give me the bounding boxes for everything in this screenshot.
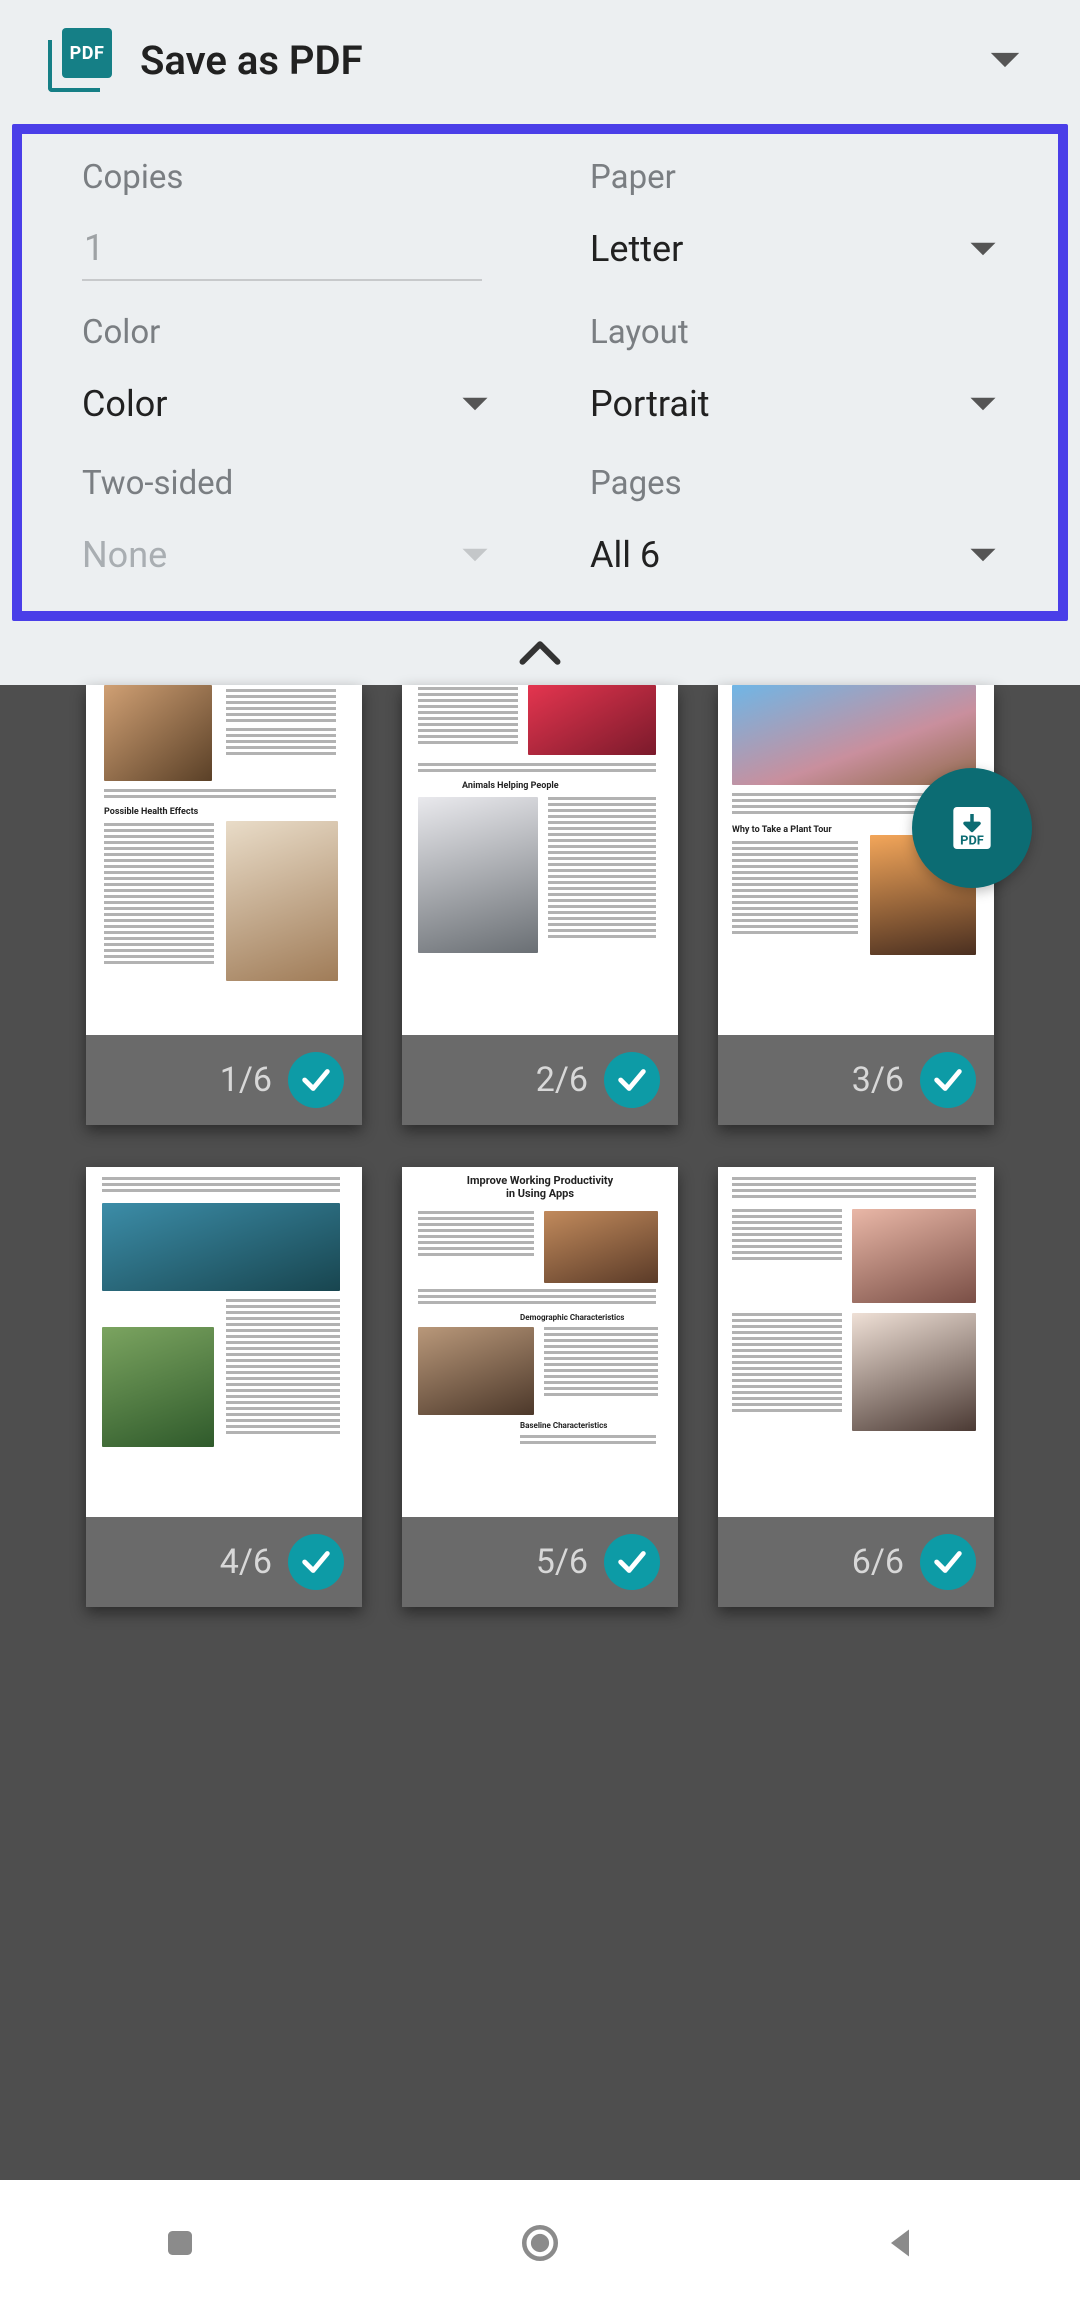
page-preview-grid: Possible Health Effects 1/6 (0, 685, 1080, 2180)
check-icon[interactable] (288, 1052, 344, 1108)
check-icon[interactable] (288, 1534, 344, 1590)
check-icon[interactable] (920, 1052, 976, 1108)
chevron-down-icon (968, 395, 998, 413)
option-value: Color (82, 383, 167, 425)
page-heading: Why to Take a Plant Tour (732, 825, 832, 835)
option-value: All 6 (590, 534, 660, 576)
page-heading: Baseline Characteristics (520, 1421, 607, 1430)
option-label: Paper (590, 158, 998, 197)
download-pdf-icon: PDF (944, 800, 1000, 856)
option-label: Layout (590, 313, 998, 352)
page-index: 6/6 (852, 1542, 904, 1582)
triangle-left-icon (882, 2225, 918, 2261)
option-label: Color (82, 313, 490, 352)
page-thumbnail[interactable]: 4/6 (86, 1167, 362, 1607)
chevron-down-icon (968, 546, 998, 564)
page-sheet: Animals Helping People (402, 685, 678, 1035)
option-pages[interactable]: Pages All 6 (590, 464, 998, 583)
pdf-icon: PDF (48, 28, 112, 92)
chevron-down-icon (460, 546, 490, 564)
option-label: Two-sided (82, 464, 490, 503)
option-value: Letter (590, 228, 683, 270)
check-icon[interactable] (604, 1534, 660, 1590)
page-index: 1/6 (220, 1060, 272, 1100)
check-icon[interactable] (920, 1534, 976, 1590)
circle-icon (519, 2222, 561, 2264)
page-heading: Animals Helping People (462, 781, 559, 791)
option-value: Portrait (590, 383, 709, 425)
option-paper[interactable]: Paper Letter (590, 158, 998, 281)
chevron-down-icon (968, 240, 998, 258)
nav-recents-button[interactable] (100, 2208, 260, 2278)
page-title-line: in Using Apps (402, 1188, 678, 1201)
printer-selector-label: Save as PDF (140, 37, 363, 84)
page-index: 2/6 (536, 1060, 588, 1100)
nav-back-button[interactable] (820, 2208, 980, 2278)
page-thumbnail[interactable]: Why to Take a Plant Tour 3/6 (718, 685, 994, 1125)
svg-text:PDF: PDF (960, 833, 984, 848)
page-thumbnail[interactable]: 6/6 (718, 1167, 994, 1607)
chevron-up-icon (519, 640, 561, 666)
save-pdf-fab[interactable]: PDF (912, 768, 1032, 888)
option-label: Copies (82, 158, 490, 197)
printer-selector-row[interactable]: PDF Save as PDF (0, 0, 1080, 120)
option-label: Pages (590, 464, 998, 503)
page-index: 5/6 (536, 1542, 588, 1582)
page-index: 3/6 (852, 1060, 904, 1100)
page-thumbnail[interactable]: Animals Helping People 2/6 (402, 685, 678, 1125)
page-sheet: Possible Health Effects (86, 685, 362, 1035)
check-icon[interactable] (604, 1052, 660, 1108)
page-index: 4/6 (220, 1542, 272, 1582)
nav-home-button[interactable] (460, 2208, 620, 2278)
page-sheet (718, 1167, 994, 1517)
copies-input[interactable] (82, 221, 482, 281)
chevron-down-icon (988, 50, 1022, 70)
collapse-handle[interactable] (0, 621, 1080, 685)
page-sheet (86, 1167, 362, 1517)
page-title-line: Improve Working Productivity (402, 1175, 678, 1188)
square-icon (162, 2225, 198, 2261)
option-two-sided: Two-sided None (82, 464, 490, 583)
page-sheet: Improve Working Productivity in Using Ap… (402, 1167, 678, 1517)
option-copies[interactable]: Copies (82, 158, 490, 281)
page-thumbnail[interactable]: Improve Working Productivity in Using Ap… (402, 1167, 678, 1607)
option-color[interactable]: Color Color (82, 313, 490, 432)
print-options-panel: Copies Paper Letter Color Color Layout (12, 124, 1068, 621)
chevron-down-icon (460, 395, 490, 413)
system-nav-bar (0, 2180, 1080, 2306)
page-heading: Possible Health Effects (104, 807, 198, 817)
option-value: None (82, 534, 167, 576)
option-layout[interactable]: Layout Portrait (590, 313, 998, 432)
page-heading: Demographic Characteristics (520, 1313, 624, 1322)
page-thumbnail[interactable]: Possible Health Effects 1/6 (86, 685, 362, 1125)
